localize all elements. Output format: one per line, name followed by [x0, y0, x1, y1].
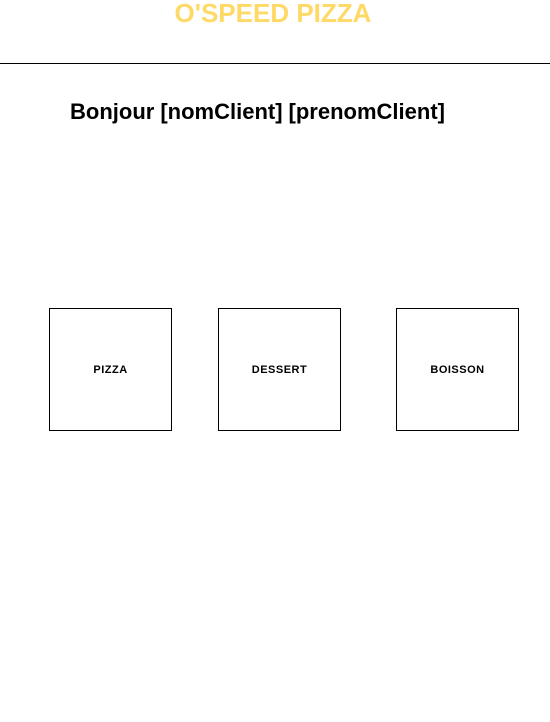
category-tile-boisson[interactable]: BOISSON: [396, 308, 519, 431]
greeting-prefix: Bonjour: [70, 99, 155, 124]
greeting-heading: Bonjour [nomClient] [prenomClient]: [70, 98, 445, 126]
category-label-pizza: PIZZA: [93, 363, 128, 376]
brand-title: O'SPEED PIZZA: [174, 0, 372, 28]
client-last-name: [nomClient]: [160, 99, 283, 124]
client-first-name: [prenomClient]: [288, 99, 445, 124]
header-divider: [0, 63, 550, 64]
category-tile-pizza[interactable]: PIZZA: [49, 308, 172, 431]
category-label-dessert: DESSERT: [251, 363, 308, 376]
category-tile-dessert[interactable]: DESSERT: [218, 308, 341, 431]
category-label-boisson: BOISSON: [430, 363, 485, 376]
